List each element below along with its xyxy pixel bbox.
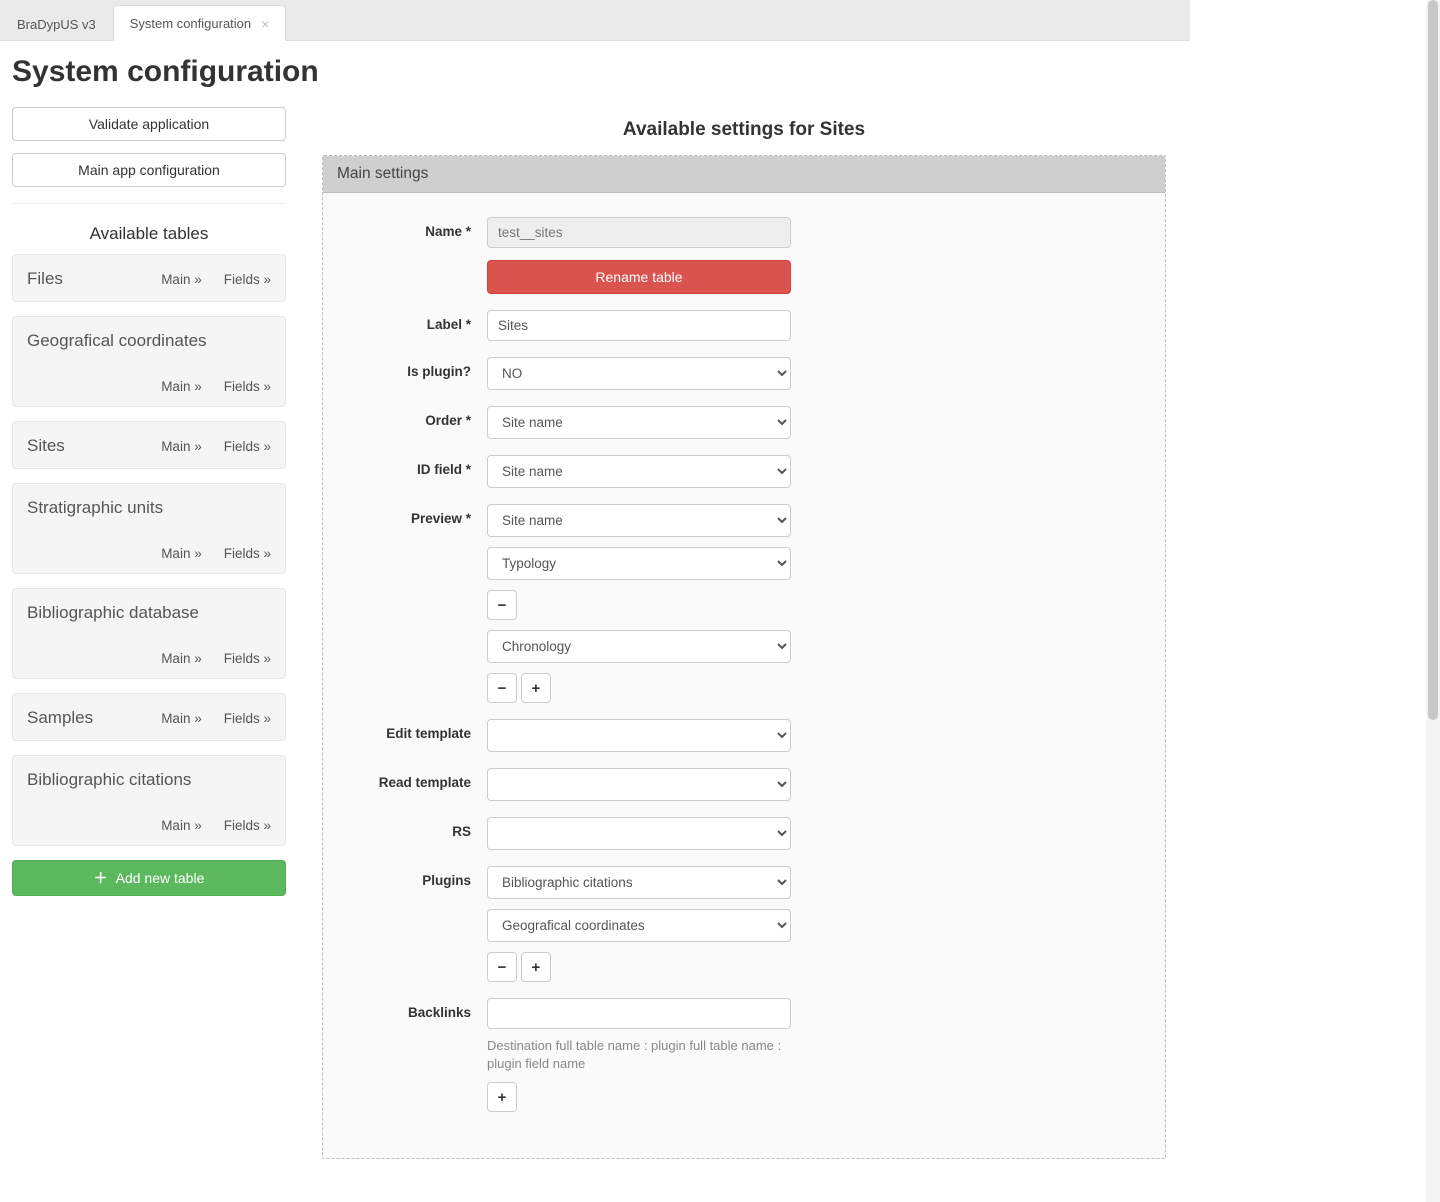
backlinks-label: Backlinks	[367, 998, 487, 1020]
available-settings-heading: Available settings for Sites	[322, 119, 1166, 141]
table-card-stratigraphic: Stratigraphic units Main » Fields »	[12, 483, 286, 574]
backlinks-helper: Destination full table name : plugin ful…	[487, 1037, 791, 1072]
add-backlinks-button[interactable]: +	[487, 1082, 517, 1112]
table-main-link[interactable]: Main »	[161, 546, 202, 561]
table-main-link[interactable]: Main »	[161, 439, 202, 454]
backlinks-input[interactable]	[487, 998, 791, 1029]
table-fields-link[interactable]: Fields »	[224, 711, 271, 726]
table-card-sites: Sites Main » Fields »	[12, 421, 286, 469]
add-new-table-label: Add new table	[116, 870, 205, 886]
tab-label: BraDypUS v3	[17, 17, 96, 32]
name-input	[487, 217, 791, 248]
preview-select-3[interactable]: Chronology	[487, 630, 791, 663]
table-card-title: Sites	[27, 436, 65, 456]
preview-label: Preview *	[367, 504, 487, 526]
preview-select-2[interactable]: Typology	[487, 547, 791, 580]
panel-heading: Main settings	[323, 156, 1165, 193]
plugin-select-1[interactable]: Bibliographic citations	[487, 866, 791, 899]
table-card-bibliodb: Bibliographic database Main » Fields »	[12, 588, 286, 679]
add-preview-button[interactable]: +	[521, 673, 551, 703]
order-label: Order *	[367, 406, 487, 428]
tab-label: System configuration	[130, 16, 251, 31]
table-card-title: Geografical coordinates	[27, 331, 271, 351]
scrollbar-vertical[interactable]	[1426, 0, 1440, 1202]
remove-plugin-button[interactable]: −	[487, 952, 517, 982]
tab-bar: BraDypUS v3 System configuration ×	[0, 0, 1190, 41]
plugin-select-2[interactable]: Geografical coordinates	[487, 909, 791, 942]
add-plugin-button[interactable]: +	[521, 952, 551, 982]
is-plugin-select[interactable]: NO	[487, 357, 791, 390]
table-card-title: Samples	[27, 708, 93, 728]
table-fields-link[interactable]: Fields »	[224, 272, 271, 287]
id-field-label: ID field *	[367, 455, 487, 477]
page-title: System configuration	[12, 55, 1190, 89]
tab-bradypus[interactable]: BraDypUS v3	[0, 6, 113, 41]
table-card-files: Files Main » Fields »	[12, 254, 286, 302]
table-fields-link[interactable]: Fields »	[224, 546, 271, 561]
order-select[interactable]: Site name	[487, 406, 791, 439]
plugins-label: Plugins	[367, 866, 487, 888]
validate-application-button[interactable]: Validate application	[12, 107, 286, 141]
edit-template-select[interactable]	[487, 719, 791, 752]
divider	[12, 203, 286, 204]
table-fields-link[interactable]: Fields »	[224, 439, 271, 454]
table-main-link[interactable]: Main »	[161, 651, 202, 666]
table-card-geocoords: Geografical coordinates Main » Fields »	[12, 316, 286, 407]
remove-preview-button[interactable]: −	[487, 673, 517, 703]
table-fields-link[interactable]: Fields »	[224, 379, 271, 394]
table-main-link[interactable]: Main »	[161, 818, 202, 833]
table-fields-link[interactable]: Fields »	[224, 818, 271, 833]
rs-label: RS	[367, 817, 487, 839]
edit-template-label: Edit template	[367, 719, 487, 741]
scrollbar-thumb[interactable]	[1428, 0, 1438, 720]
table-card-bibliocite: Bibliographic citations Main » Fields »	[12, 755, 286, 846]
tab-system-configuration[interactable]: System configuration ×	[113, 5, 287, 41]
rename-table-button[interactable]: Rename table	[487, 260, 791, 294]
id-field-select[interactable]: Site name	[487, 455, 791, 488]
preview-select-1[interactable]: Site name	[487, 504, 791, 537]
name-label: Name *	[367, 217, 487, 239]
table-main-link[interactable]: Main »	[161, 272, 202, 287]
table-card-title: Bibliographic citations	[27, 770, 271, 790]
available-tables-heading: Available tables	[12, 224, 286, 244]
read-template-select[interactable]	[487, 768, 791, 801]
is-plugin-label: Is plugin?	[367, 357, 487, 379]
read-template-label: Read template	[367, 768, 487, 790]
main-settings-panel: Main settings Name * Rename table Label …	[322, 155, 1166, 1159]
rs-select[interactable]	[487, 817, 791, 850]
table-fields-link[interactable]: Fields »	[224, 651, 271, 666]
table-main-link[interactable]: Main »	[161, 711, 202, 726]
table-card-title: Stratigraphic units	[27, 498, 271, 518]
label-input[interactable]	[487, 310, 791, 341]
label-label: Label *	[367, 310, 487, 332]
main-app-configuration-button[interactable]: Main app configuration	[12, 153, 286, 187]
table-card-title: Bibliographic database	[27, 603, 271, 623]
close-icon[interactable]: ×	[261, 17, 269, 31]
add-new-table-button[interactable]: ＋ Add new table	[12, 860, 286, 896]
remove-preview-button[interactable]: −	[487, 590, 517, 620]
table-main-link[interactable]: Main »	[161, 379, 202, 394]
table-card-samples: Samples Main » Fields »	[12, 693, 286, 741]
table-card-title: Files	[27, 269, 63, 289]
plus-icon: ＋	[94, 871, 108, 885]
